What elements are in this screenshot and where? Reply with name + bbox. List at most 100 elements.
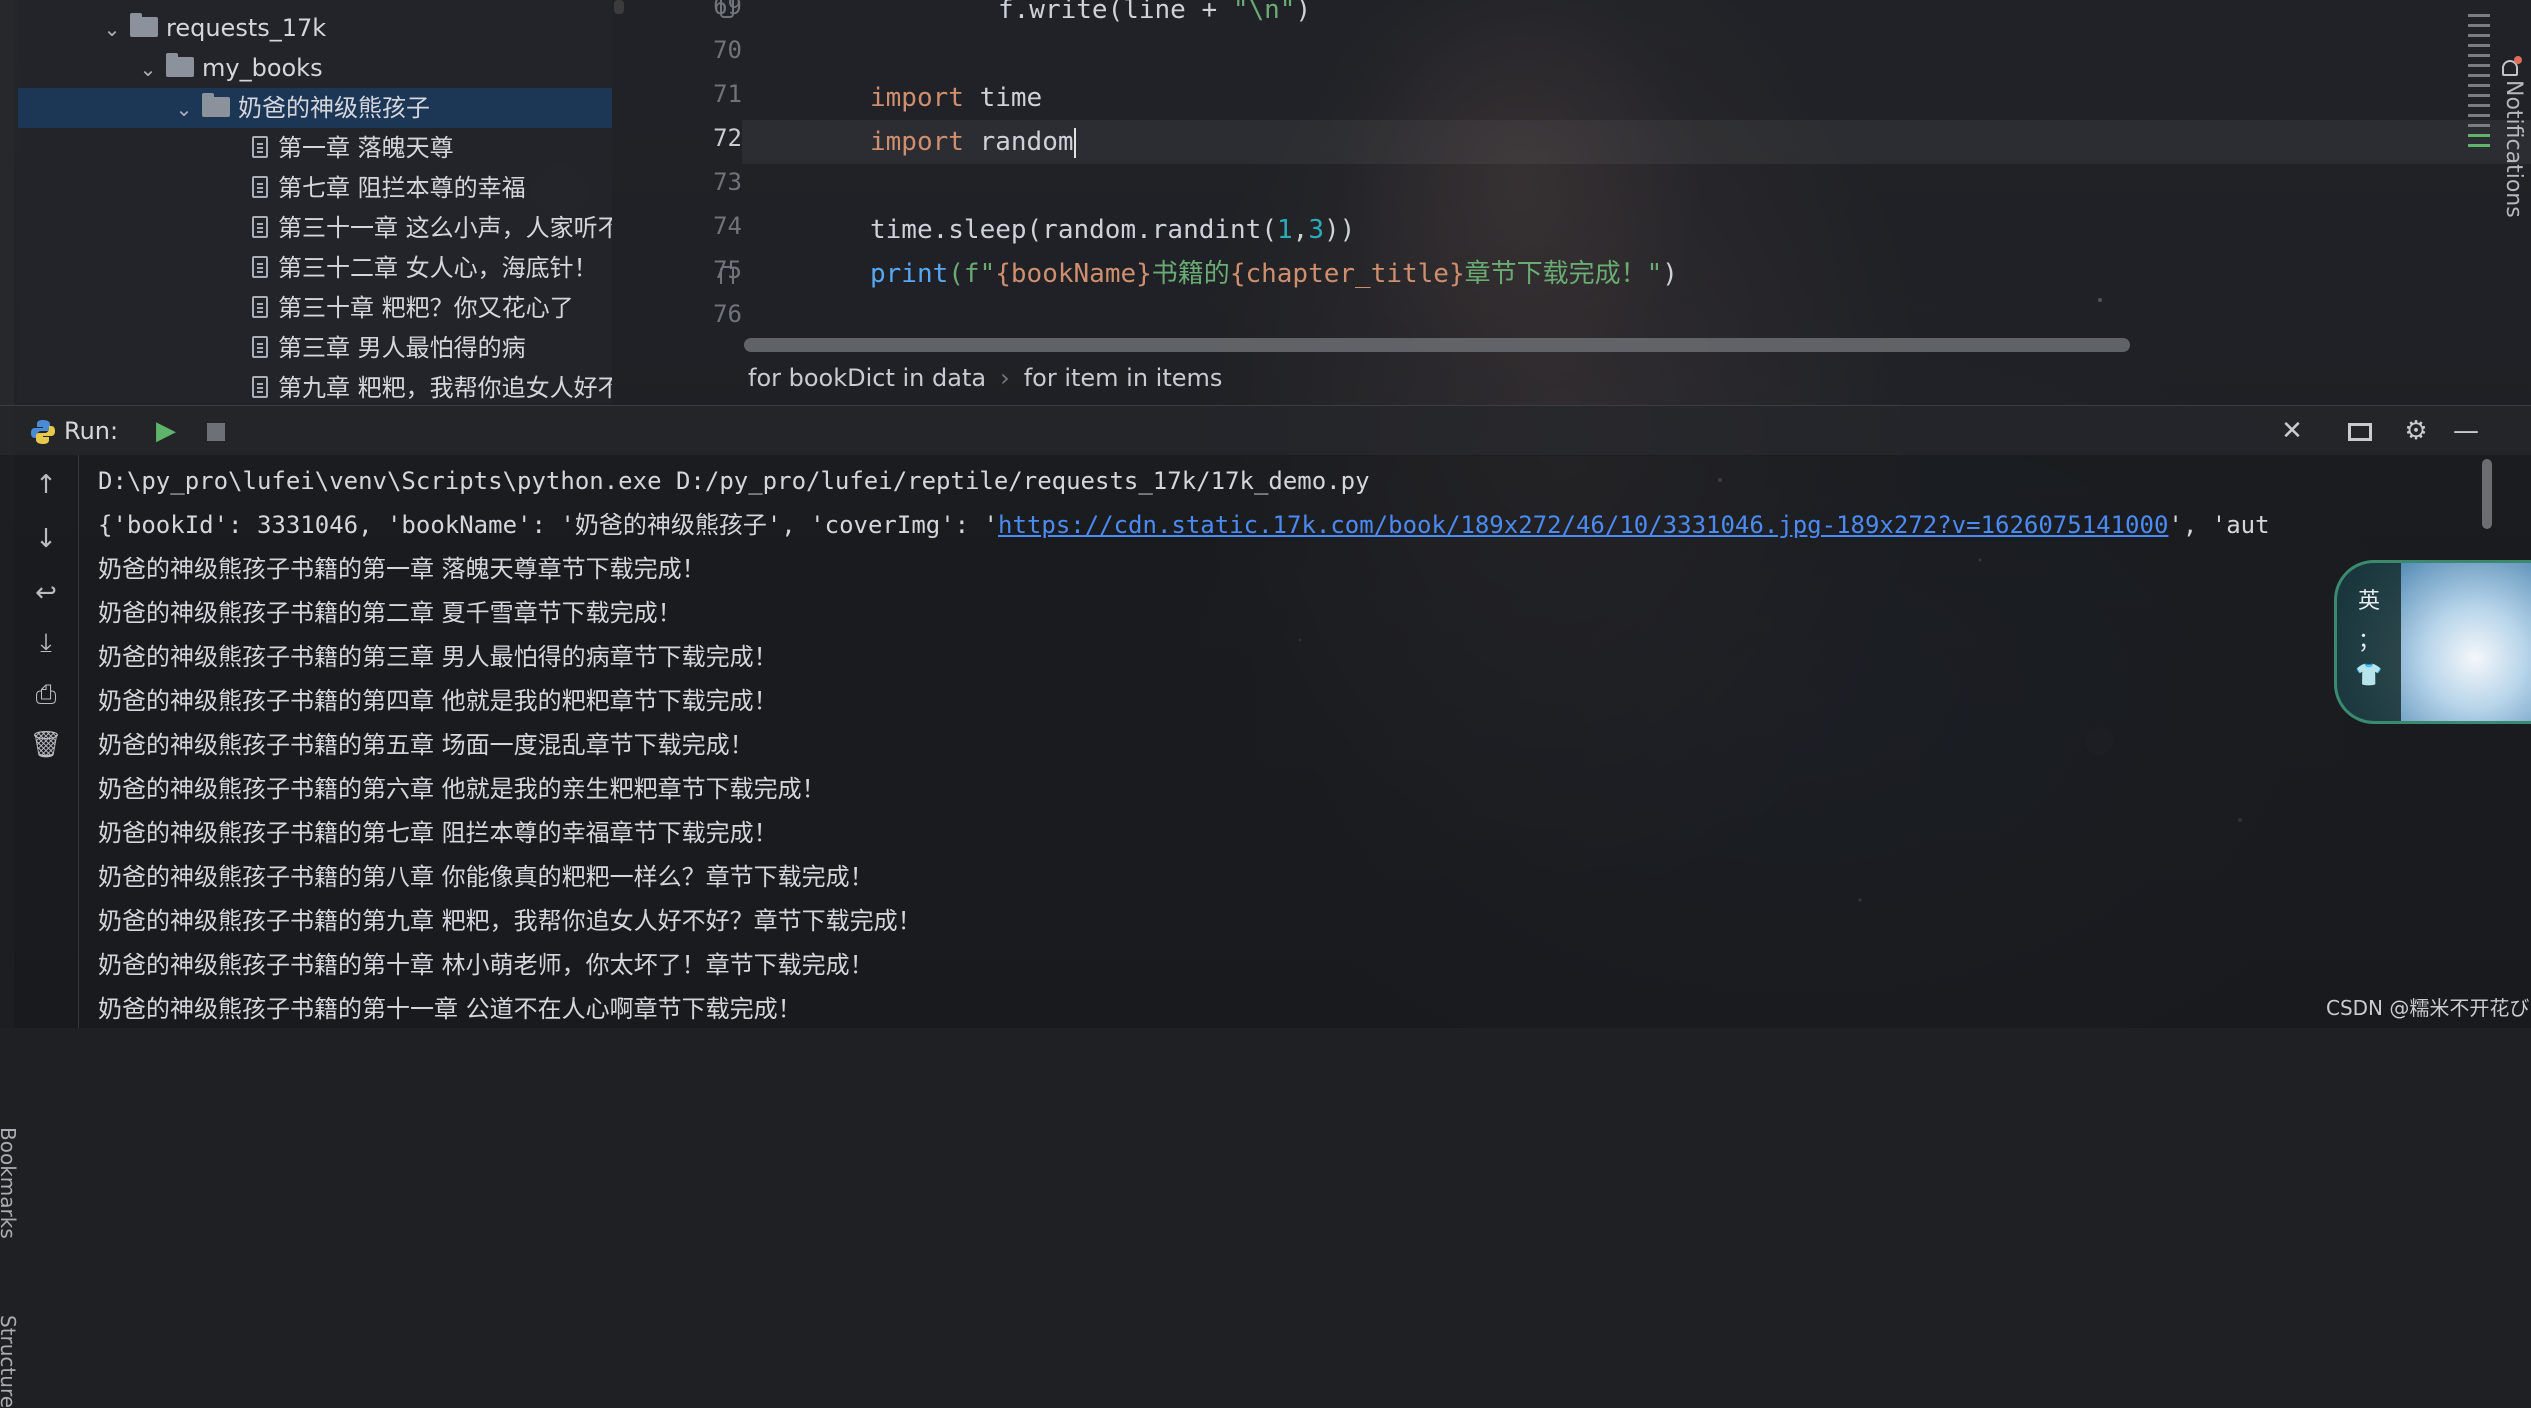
text-file-icon	[252, 336, 268, 358]
text-file-icon	[252, 376, 268, 398]
console-output-line: 奶爸的神级熊孩子书籍的第六章 他就是我的亲生粑粑章节下载完成！	[98, 775, 826, 803]
close-icon[interactable]: ✕	[2276, 415, 2308, 447]
line-number: 76	[713, 300, 742, 328]
console-text: ', 'aut	[2168, 511, 2270, 539]
code-editor[interactable]: 69 70 71 72 73 74 75 76 f.write(line + "…	[612, 0, 2531, 405]
code-text: time.sleep(random.randint(	[870, 215, 1277, 245]
text-file-icon	[252, 176, 268, 198]
text-file-icon	[252, 256, 268, 278]
fold-marker-icon[interactable]	[720, 0, 734, 18]
tree-item-label: 第三十二章 女人心，海底针！	[278, 254, 598, 282]
line-number: 71	[713, 80, 742, 108]
editor-horizontal-scrollbar[interactable]	[744, 338, 2130, 352]
code-line-69: f.write(line + "\n")	[998, 0, 1311, 32]
run-title-label: Run:	[64, 417, 119, 445]
tree-file-item[interactable]: 第三十二章 女人心，海底针！	[246, 248, 612, 288]
console-output-line: 奶爸的神级熊孩子书籍的第七章 阻拦本尊的幸福章节下载完成！	[98, 819, 778, 847]
text-file-icon	[252, 296, 268, 318]
soft-wrap-icon[interactable]: ↩	[28, 575, 64, 611]
tree-file-item[interactable]: 第三十一章 这么小声，人家听不	[246, 208, 612, 248]
arrow-up-icon[interactable]: ↑	[28, 467, 64, 503]
breadcrumb-item[interactable]: for bookDict in data	[748, 364, 986, 392]
ime-floating-widget[interactable]: 英 ； 👕	[2334, 560, 2531, 724]
code-interpolation: {chapter_title}	[1229, 259, 1465, 289]
code-line-74: time.sleep(random.randint(1,3))	[870, 208, 1355, 252]
chevron-down-icon[interactable]: ⌄	[172, 89, 196, 128]
code-string: "\n"	[1232, 0, 1296, 25]
line-number: 73	[713, 168, 742, 196]
code-text: ))	[1323, 215, 1356, 245]
run-icon[interactable]: ▶	[150, 415, 182, 447]
run-title: Run:	[30, 406, 118, 456]
tree-file-item[interactable]: 第三章 男人最怕得的病	[246, 328, 612, 368]
stop-icon[interactable]	[200, 415, 232, 447]
ime-language-toggle[interactable]: 英	[2337, 583, 2401, 615]
bookmarks-tab[interactable]: Bookmarks	[0, 1127, 20, 1239]
ime-toolbar: 英 ； 👕	[2337, 563, 2401, 721]
tree-file-item[interactable]: 第一章 落魄天尊	[246, 128, 612, 168]
console-output-line: 奶爸的神级熊孩子书籍的第十章 林小萌老师，你太坏了！章节下载完成！	[98, 951, 874, 979]
console-output-line: 奶爸的神级熊孩子书籍的第二章 夏千雪章节下载完成！	[98, 599, 682, 627]
code-number: 1	[1277, 215, 1293, 245]
notifications-label[interactable]: Notifications	[2501, 80, 2526, 218]
scroll-to-end-icon[interactable]: ⤓	[28, 625, 64, 661]
breadcrumb-item[interactable]: for item in items	[1024, 364, 1223, 392]
console-text: {'bookId': 3331046, 'bookName': '奶爸的神级熊孩…	[98, 511, 999, 539]
code-keyword: import	[870, 83, 964, 113]
tree-file-item[interactable]: 第九章 粑粑，我帮你追女人好不	[246, 368, 612, 402]
code-string: 章节下载完成！"	[1464, 259, 1663, 289]
run-tool-window-header: Run: ▶ ✕ ⚙ —	[0, 405, 2531, 456]
console-output-line: 奶爸的神级熊孩子书籍的第十一章 公道不在人心啊章节下载完成！	[98, 995, 802, 1023]
layout-icon[interactable]	[2344, 415, 2376, 447]
line-number: 72	[713, 124, 742, 152]
console-output-line: 奶爸的神级熊孩子书籍的第一章 落魄天尊章节下载完成！	[98, 555, 706, 583]
chevron-down-icon[interactable]: ⌄	[136, 49, 160, 88]
folder-icon	[166, 53, 194, 77]
tree-item-label: requests_17k	[166, 14, 327, 42]
tree-folder-selected-book[interactable]: ⌄ 奶爸的神级熊孩子	[18, 88, 612, 128]
console-output-line: 奶爸的神级熊孩子书籍的第三章 男人最怕得的病章节下载完成！	[98, 643, 778, 671]
tree-item-label: 第九章 粑粑，我帮你追女人好不	[278, 374, 612, 402]
gear-icon[interactable]: ⚙	[2400, 415, 2432, 447]
fold-marker-icon[interactable]	[720, 266, 734, 284]
minimize-icon[interactable]: —	[2450, 415, 2482, 447]
code-function: print	[870, 259, 949, 289]
code-text: ,	[1292, 215, 1309, 245]
tree-item-label: 第一章 落魄天尊	[278, 134, 454, 162]
tree-file-item[interactable]: 第三十章 粑粑？你又花心了	[246, 288, 612, 328]
tree-item-label: 第三十一章 这么小声，人家听不	[278, 214, 612, 242]
line-number: 69	[713, 0, 742, 20]
console-output-line: 奶爸的神级熊孩子书籍的第五章 场面一度混乱章节下载完成！	[98, 731, 754, 759]
code-string: (f"	[948, 259, 996, 289]
text-file-icon	[252, 136, 268, 158]
tree-item-label: 第七章 阻拦本尊的幸福	[278, 174, 526, 202]
console-output-line: 奶爸的神级熊孩子书籍的第四章 他就是我的粑粑章节下载完成！	[98, 687, 778, 715]
chevron-down-icon[interactable]: ⌄	[100, 9, 124, 48]
structure-tab[interactable]: Structure	[0, 1315, 20, 1408]
ime-skin-icon[interactable]: 👕	[2337, 663, 2401, 688]
ime-punctuation-toggle[interactable]: ；	[2337, 623, 2401, 655]
python-icon	[31, 420, 55, 444]
arrow-down-icon[interactable]: ↓	[28, 521, 64, 557]
console-vertical-scrollbar[interactable]	[2482, 459, 2492, 529]
project-tree-panel: ⌄ requests_17k ⌄ my_books ⌄ 奶爸的神级熊孩子 第一章 落魄…	[18, 0, 624, 402]
tree-item-label: 第三十章 粑粑？你又花心了	[278, 294, 574, 322]
print-icon[interactable]: ⎙	[28, 677, 64, 713]
folder-icon	[202, 93, 230, 117]
cover-image-link[interactable]: https://cdn.static.17k.com/book/189x272/…	[998, 511, 2168, 539]
breadcrumb: for bookDict in data › for item in items	[748, 358, 1222, 398]
tree-folder-my-books[interactable]: ⌄ my_books	[136, 48, 323, 88]
breadcrumb-separator-icon: ›	[1000, 364, 1010, 392]
code-line-75: print(f"{bookName}书籍的{chapter_title}章节下载…	[870, 252, 1678, 296]
run-console[interactable]: ↑ ↓ ↩ ⤓ ⎙ 🗑 Bookmarks Structure D:\py_pr…	[0, 455, 2531, 1408]
console-command-line: D:\py_pro\lufei\venv\Scripts\python.exe …	[98, 467, 1370, 495]
editor-error-stripe[interactable]	[2468, 14, 2490, 154]
console-output-line: 奶爸的神级熊孩子书籍的第九章 粑粑，我帮你追女人好不好？章节下载完成！	[98, 907, 922, 935]
trash-icon[interactable]: 🗑	[28, 727, 64, 763]
tree-item-label: 第三章 男人最怕得的病	[278, 334, 526, 362]
tree-file-item[interactable]: 第七章 阻拦本尊的幸福	[246, 168, 612, 208]
code-line-71: import time	[870, 76, 1042, 120]
tree-folder-requests-17k[interactable]: ⌄ requests_17k	[100, 8, 326, 48]
text-file-icon	[252, 216, 268, 238]
csdn-watermark: CSDN @糯米不开花び	[2326, 996, 2530, 1020]
